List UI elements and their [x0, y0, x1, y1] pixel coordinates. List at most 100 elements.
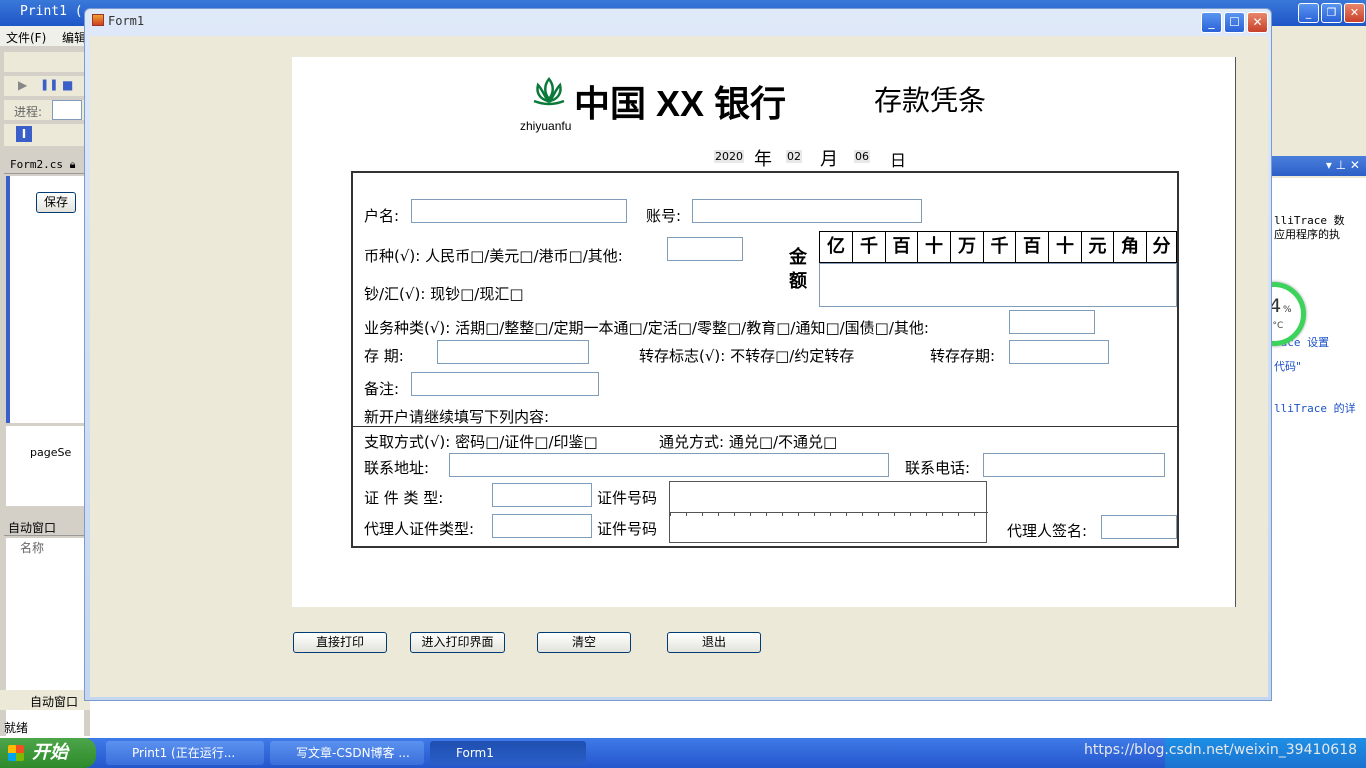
- phone-input[interactable]: [983, 453, 1165, 477]
- clear-button[interactable]: 清空: [537, 632, 631, 653]
- start-label: 开始: [32, 742, 68, 763]
- menu-file[interactable]: 文件(F): [6, 29, 46, 46]
- account-name-input[interactable]: [411, 199, 627, 223]
- process-dropdown[interactable]: [52, 100, 82, 120]
- amount-label-2: 额: [789, 271, 807, 292]
- amount-units-grid: 亿 千 百 十 万 千 百 十 元 角 分: [819, 231, 1177, 263]
- process-toolbar: 进程:: [4, 100, 84, 120]
- taskbar-item-form1[interactable]: Form1: [430, 741, 586, 765]
- lock-icon: 🔒︎: [69, 158, 76, 171]
- taskbar-item-label: 写文章-CSDN博客 ...: [296, 746, 410, 760]
- play-icon[interactable]: ▶: [18, 78, 27, 92]
- tab-form2[interactable]: Form2.cs 🔒︎: [4, 156, 88, 174]
- cash-label: 钞/汇(√): 现钞□/现汇□: [364, 285, 524, 303]
- new-account-label: 新开户请继续填写下列内容:: [364, 408, 550, 426]
- minimize-icon[interactable]: _: [1298, 3, 1319, 23]
- agent-id-no-label: 证件号码: [597, 520, 658, 538]
- remark-label: 备注:: [364, 380, 400, 398]
- date-day-label: 日: [890, 151, 907, 170]
- taskbar-item-browser[interactable]: 写文章-CSDN博客 ...: [270, 741, 424, 765]
- business-other-input[interactable]: [1009, 310, 1095, 334]
- vs-title: Print1 (: [20, 4, 83, 19]
- business-type-label: 业务种类(√): 活期□/整整□/定期一本通□/定活□/零整□/教育□/通知□/…: [364, 319, 929, 337]
- gauge-percent-unit: %: [1283, 305, 1292, 315]
- restore-icon[interactable]: ❐: [1321, 3, 1342, 23]
- date-month[interactable]: 02: [786, 150, 802, 163]
- id-type-label: 证 件 类 型:: [364, 489, 444, 507]
- taskbar-item-print1[interactable]: Print1 (正在运行...: [106, 741, 264, 765]
- agent-sign-label: 代理人签名:: [1007, 522, 1088, 540]
- agent-id-type-input[interactable]: [492, 514, 592, 538]
- address-label: 联系地址:: [364, 459, 430, 477]
- date-month-label: 月: [820, 149, 838, 170]
- account-no-input[interactable]: [692, 199, 922, 223]
- unit-shi-2: 十: [1049, 232, 1082, 263]
- print-direct-button[interactable]: 直接打印: [293, 632, 387, 653]
- windows-logo-icon: [8, 745, 24, 761]
- close-panel-icon[interactable]: ▾ ⊥ ✕: [1326, 158, 1360, 172]
- start-button[interactable]: 开始: [0, 738, 96, 768]
- status-ready: 就绪: [4, 721, 29, 735]
- pagesetup-component[interactable]: pageSe: [30, 446, 71, 459]
- taskbar-item-label: Form1: [456, 746, 494, 760]
- id-type-input[interactable]: [492, 483, 592, 507]
- account-no-label: 账号:: [646, 207, 682, 225]
- phone-label: 联系电话:: [905, 459, 971, 477]
- unit-bai-1: 百: [886, 232, 918, 263]
- address-input[interactable]: [449, 453, 889, 477]
- unit-fen: 分: [1147, 232, 1177, 263]
- pause-icon[interactable]: ❚❚: [40, 78, 58, 91]
- save-button[interactable]: 保存: [36, 192, 76, 213]
- text-toolbar: I: [4, 124, 84, 146]
- term-label: 存 期:: [364, 347, 404, 365]
- form-close-icon[interactable]: ✕: [1247, 12, 1268, 33]
- menu-edit[interactable]: 编辑: [62, 29, 86, 46]
- unit-bai-2: 百: [1016, 232, 1049, 263]
- form-maximize-icon[interactable]: ☐: [1224, 12, 1245, 33]
- text-format-icon[interactable]: I: [16, 126, 32, 142]
- intellitrace-pane: lliTrace 数 应用程序的执 race 设置 代码" lliTrace 的…: [1270, 178, 1366, 738]
- auto-window-tab[interactable]: 自动窗口: [0, 690, 90, 710]
- watermark: https://blog.csdn.net/weixin_39410618: [1084, 742, 1358, 758]
- section-divider: [353, 426, 1177, 427]
- id-no-grid[interactable]: [669, 481, 988, 543]
- print-preview-button[interactable]: 进入打印界面: [410, 632, 505, 653]
- unit-yi: 亿: [820, 232, 853, 263]
- term-input[interactable]: [437, 340, 589, 364]
- agent-sign-input[interactable]: [1101, 515, 1177, 539]
- lotus-logo-icon: [533, 77, 565, 106]
- tab-form2-label: Form2.cs: [10, 158, 63, 171]
- date-day[interactable]: 06: [854, 150, 870, 163]
- right-panel-header: ▾ ⊥ ✕: [1270, 156, 1366, 176]
- id-no-divider: [670, 512, 988, 516]
- form-minimize-icon[interactable]: _: [1201, 12, 1222, 33]
- unit-qian-2: 千: [984, 232, 1016, 263]
- designer-surface[interactable]: 保存: [6, 176, 84, 423]
- intellitrace-details-link[interactable]: lliTrace 的详: [1274, 400, 1356, 416]
- withdraw-method-label: 支取方式(√): 密码□/证件□/印鉴□: [364, 433, 598, 451]
- taskbar-item-label: Print1 (正在运行...: [132, 746, 236, 760]
- process-label: 进程:: [14, 105, 43, 119]
- amount-input[interactable]: [819, 263, 1177, 307]
- auto-window-col-name: 名称: [20, 541, 45, 555]
- exit-button[interactable]: 退出: [667, 632, 761, 653]
- remark-input[interactable]: [411, 372, 599, 396]
- transfer-flag-label: 转存标志(√): 不转存□/约定转存: [639, 347, 855, 365]
- vs-left-panel: ▶ ❚❚ ■ 进程: I Form2.cs 🔒︎ 保存 pageSe 自动窗口 …: [0, 46, 90, 738]
- transfer-term-input[interactable]: [1009, 340, 1109, 364]
- date-year[interactable]: 2020: [714, 150, 744, 163]
- slip-box: 户名: 账号: 币种(√): 人民币□/美元□/港币□/其他: 金 额 亿 千 …: [351, 171, 1179, 548]
- intellitrace-code-link[interactable]: 代码": [1274, 358, 1301, 374]
- form-title: Form1: [108, 14, 145, 28]
- close-icon[interactable]: ✕: [1344, 3, 1365, 23]
- auto-window-header: 自动窗口: [4, 518, 88, 536]
- logo-text: zhiyuanfu: [520, 119, 572, 133]
- unit-wan: 万: [951, 232, 984, 263]
- id-no-label: 证件号码: [597, 489, 658, 507]
- agent-id-type-label: 代理人证件类型:: [364, 520, 475, 538]
- toolbar-row: [4, 52, 84, 72]
- currency-other-input[interactable]: [667, 237, 743, 261]
- vs-menubar: 文件(F) 编辑: [0, 26, 90, 46]
- auto-window-tab-label: 自动窗口: [30, 695, 79, 709]
- stop-icon[interactable]: ■: [62, 78, 73, 92]
